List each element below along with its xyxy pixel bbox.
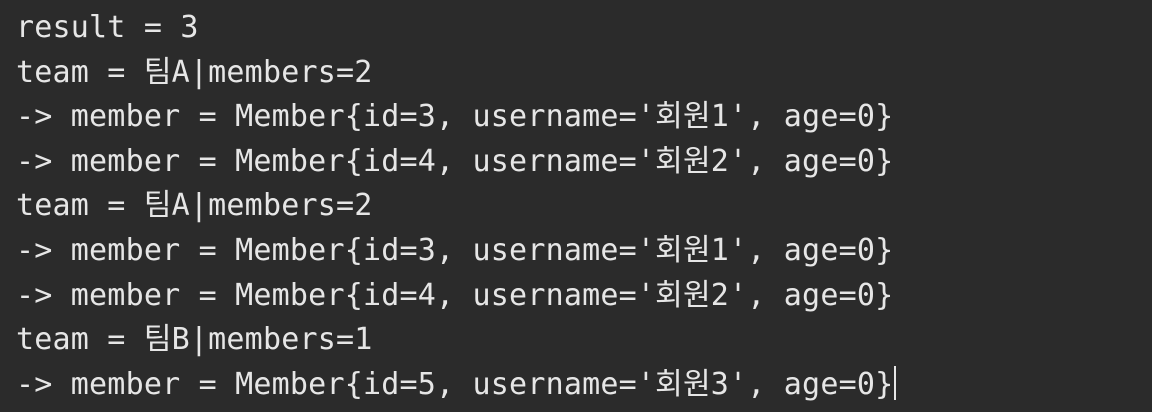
console-line-result: result = 3 xyxy=(16,10,199,45)
console-line-member: -> member = Member{id=3, username='회원1',… xyxy=(16,232,894,268)
console-line-team: team = 팀A|members=2 xyxy=(16,54,373,90)
console-line-member: -> member = Member{id=4, username='회원2',… xyxy=(16,143,894,179)
console-line-team: team = 팀A|members=2 xyxy=(16,188,373,224)
console-output[interactable]: __________ _ ___ _ __ result = 3 team = … xyxy=(0,0,1152,412)
console-line-member: -> member = Member{id=3, username='회원1',… xyxy=(16,99,894,135)
console-lines: result = 3 team = 팀A|members=2 -> member… xyxy=(16,6,1152,407)
console-line-text: -> member = Member{id=5, username='회원3',… xyxy=(16,366,894,402)
text-cursor xyxy=(894,365,897,400)
console-line-member: -> member = Member{id=4, username='회원2',… xyxy=(16,277,894,313)
console-line-team: team = 팀B|members=1 xyxy=(16,322,373,358)
console-line-member-last: -> member = Member{id=5, username='회원3',… xyxy=(16,363,1152,408)
